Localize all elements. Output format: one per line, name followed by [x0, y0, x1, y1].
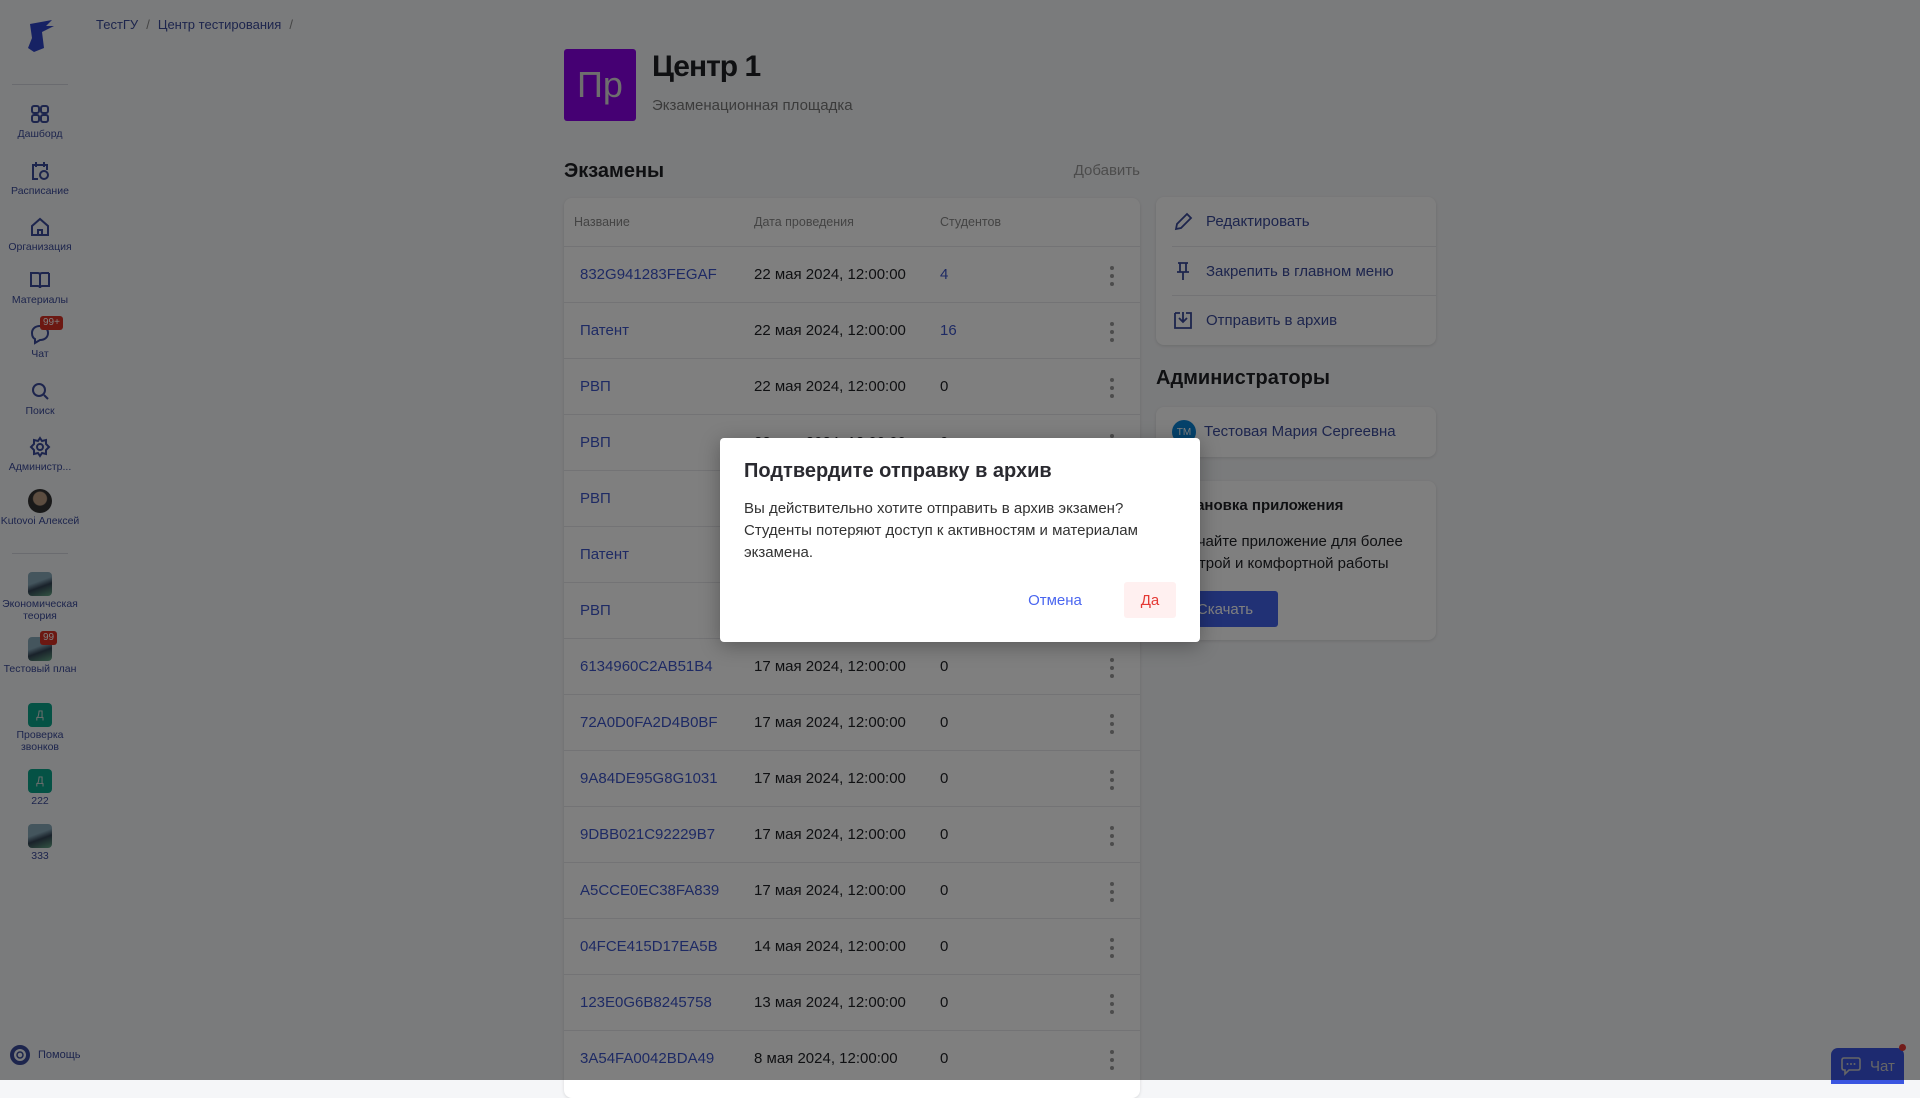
confirm-archive-dialog: Подтвердите отправку в архив Вы действит… [720, 438, 1200, 642]
cancel-button[interactable]: Отмена [1020, 582, 1090, 618]
dialog-title: Подтвердите отправку в архив [744, 460, 1052, 482]
confirm-button[interactable]: Да [1124, 582, 1176, 618]
dialog-text: Вы действительно хотите отправить в архи… [744, 500, 1138, 561]
